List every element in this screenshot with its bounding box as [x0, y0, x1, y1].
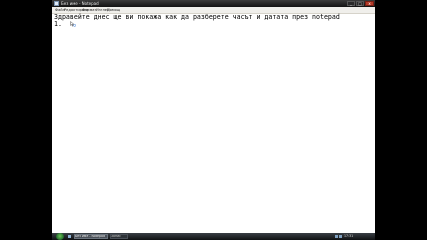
- editor-line: 1.: [54, 20, 62, 28]
- volume-icon[interactable]: [339, 234, 342, 238]
- clock[interactable]: 17:31: [344, 234, 353, 238]
- text-editor[interactable]: Здравейте днес ще ви покажа как да разбе…: [52, 14, 375, 234]
- minimize-button[interactable]: _: [347, 1, 355, 6]
- quick-launch-icon[interactable]: [68, 235, 71, 238]
- notepad-icon: [54, 1, 59, 6]
- title-bar[interactable]: Без име - Notepad _ □ x: [52, 0, 375, 7]
- start-button[interactable]: [56, 233, 64, 240]
- taskbar: Без име - Notepad Запис 17:31: [52, 233, 375, 240]
- network-icon[interactable]: [335, 234, 338, 238]
- maximize-button[interactable]: □: [356, 1, 364, 6]
- busy-cursor-icon: [70, 21, 76, 27]
- notepad-window: Без име - Notepad _ □ x Файл Редактиране…: [52, 0, 375, 240]
- system-tray: 17:31: [335, 234, 373, 239]
- taskbar-item-notepad[interactable]: Без име - Notepad: [74, 234, 108, 239]
- window-title: Без име - Notepad: [61, 1, 99, 6]
- editor-line: Здравейте днес ще ви покажа как да разбе…: [54, 13, 340, 21]
- close-button[interactable]: x: [365, 1, 374, 6]
- taskbar-item-recorder[interactable]: Запис: [110, 234, 128, 239]
